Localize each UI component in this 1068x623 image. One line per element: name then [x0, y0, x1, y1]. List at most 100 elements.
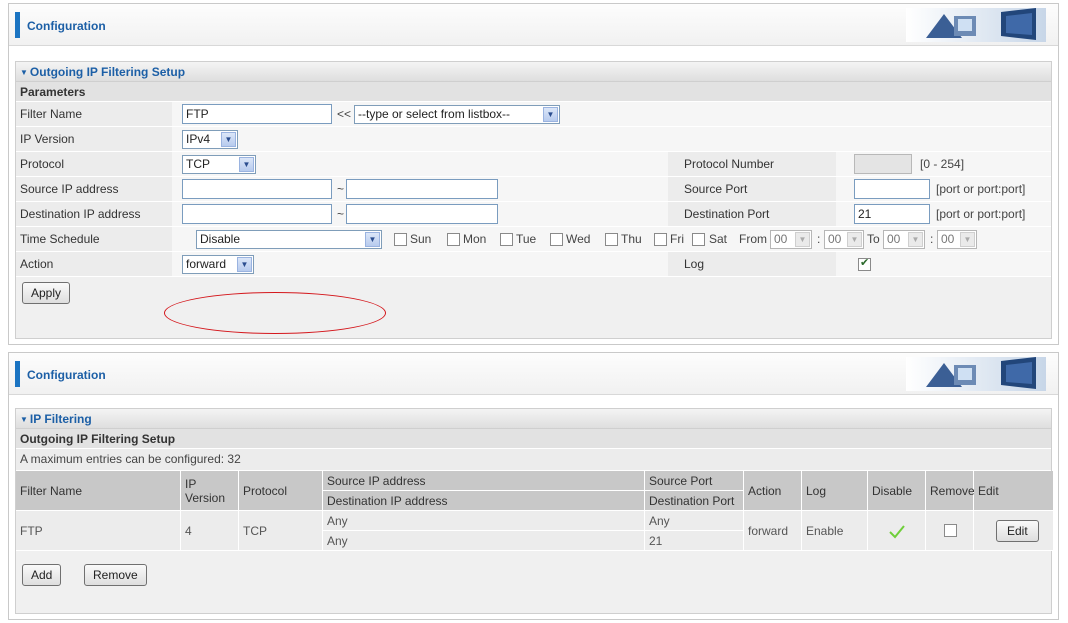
to-min-select[interactable]: 00 ▼: [937, 230, 977, 249]
source-port-input[interactable]: [854, 179, 930, 199]
collapse-triangle-icon[interactable]: ▼: [20, 415, 28, 424]
chevron-down-icon[interactable]: ▼: [237, 257, 252, 272]
config-title: Configuration: [27, 19, 106, 33]
edit-button[interactable]: Edit: [996, 520, 1039, 542]
filter-name-listbox[interactable]: --type or select from listbox-- ▼: [354, 105, 560, 124]
config-header: Configuration: [9, 4, 1058, 46]
chevron-down-icon[interactable]: ▼: [543, 107, 558, 122]
to-min-value: 00: [941, 232, 955, 246]
col-disable: Disable: [868, 471, 926, 511]
col-source-ip: Source IP address: [323, 471, 645, 491]
time-schedule-value-area: Disable ▼ Sun Mon Tue Wed Thu Fri Sat Fr…: [172, 227, 1051, 251]
row-ip-version: IP Version IPv4 ▼: [16, 127, 1051, 152]
chevron-down-icon[interactable]: ▼: [221, 132, 236, 147]
filter-table: Filter Name IP Version Protocol Source I…: [16, 471, 1053, 561]
ip-filtering-panel: Configuration ▼ IP Filtering Outgoing IP …: [8, 352, 1059, 620]
source-ip-to-input[interactable]: [346, 179, 498, 199]
protocol-number-input[interactable]: [854, 154, 912, 174]
network-computers-icon: [906, 8, 1046, 42]
row-action: Action forward ▼ Log: [16, 252, 1051, 277]
protocol-number-value-area: [0 - 254]: [836, 152, 1051, 176]
ip-version-value: IPv4: [186, 132, 211, 146]
destination-ip-from-input[interactable]: [182, 204, 332, 224]
col-action: Action: [744, 471, 802, 511]
filter-name-arrows: <<: [337, 107, 352, 121]
cell-action: forward: [744, 511, 802, 551]
chevron-down-icon[interactable]: ▼: [847, 232, 862, 247]
config-title: Configuration: [27, 368, 106, 382]
filter-name-input[interactable]: [182, 104, 332, 124]
col-remove: Remove: [926, 471, 975, 511]
day-checkbox-wed[interactable]: [550, 233, 563, 246]
cell-source-port: Any: [645, 511, 744, 531]
day-label-sat: Sat: [709, 232, 728, 246]
section-title[interactable]: ▼ IP Filtering: [16, 409, 1051, 429]
ip-version-value-area: IPv4 ▼: [172, 127, 1051, 151]
section-title-text: IP Filtering: [29, 412, 92, 426]
destination-port-value-area: [port or port:port]: [836, 202, 1051, 226]
chevron-down-icon[interactable]: ▼: [960, 232, 975, 247]
day-checkbox-tue[interactable]: [500, 233, 513, 246]
day-label-sun: Sun: [410, 232, 432, 246]
source-ip-label: Source IP address: [20, 182, 119, 196]
destination-port-label: Destination Port: [684, 207, 770, 221]
action-select[interactable]: forward ▼: [182, 255, 254, 274]
ip-version-select[interactable]: IPv4 ▼: [182, 130, 238, 149]
day-checkbox-sat[interactable]: [692, 233, 705, 246]
chevron-down-icon[interactable]: ▼: [795, 232, 810, 247]
protocol-number-label: Protocol Number: [684, 157, 775, 171]
chevron-down-icon[interactable]: ▼: [908, 232, 923, 247]
remove-button[interactable]: Remove: [84, 564, 147, 586]
outgoing-filter-panel: Configuration ▼ Outgoing IP Filtering Set…: [8, 3, 1059, 345]
day-checkbox-sun[interactable]: [394, 233, 407, 246]
add-button[interactable]: Add: [22, 564, 62, 586]
header-accent-bar: [15, 361, 20, 387]
header-accent-bar: [15, 12, 20, 38]
destination-ip-to-input[interactable]: [346, 204, 498, 224]
cell-disable: [868, 511, 926, 551]
cell-destination-port: 21: [645, 531, 744, 551]
day-label-mon: Mon: [463, 232, 487, 246]
chevron-down-icon[interactable]: ▼: [239, 157, 254, 172]
cell-edit: Edit: [974, 511, 1053, 551]
checkmark-icon: [888, 525, 905, 539]
time-schedule-label: Time Schedule: [20, 232, 100, 246]
section-title[interactable]: ▼ Outgoing IP Filtering Setup: [16, 62, 1051, 82]
cell-log: Enable: [802, 511, 868, 551]
to-hour-select[interactable]: 00 ▼: [883, 230, 925, 249]
apply-button[interactable]: Apply: [22, 282, 71, 304]
col-ip-version: IP Version: [181, 471, 239, 511]
row-protocol: Protocol TCP ▼ Protocol Number [0 - 254]: [16, 152, 1051, 177]
cell-protocol: TCP: [239, 511, 323, 551]
to-label: To: [867, 232, 880, 246]
day-checkbox-fri[interactable]: [654, 233, 667, 246]
to-colon: :: [930, 232, 934, 246]
from-label: From: [739, 232, 767, 246]
log-label: Log: [684, 257, 705, 271]
from-min-select[interactable]: 00 ▼: [824, 230, 864, 249]
col-destination-port: Destination Port: [645, 491, 744, 511]
from-min-value: 00: [828, 232, 842, 246]
remove-checkbox[interactable]: [944, 524, 957, 537]
collapse-triangle-icon[interactable]: ▼: [20, 68, 28, 77]
time-schedule-select[interactable]: Disable ▼: [196, 230, 382, 249]
destination-ip-label: Destination IP address: [20, 207, 141, 221]
row-filter-name: Filter Name << --type or select from lis…: [16, 102, 1051, 127]
from-hour-select[interactable]: 00 ▼: [770, 230, 812, 249]
log-checkbox[interactable]: [858, 256, 871, 271]
table-actions: Add Remove: [16, 561, 1051, 593]
destination-port-input[interactable]: [854, 204, 930, 224]
day-checkbox-thu[interactable]: [605, 233, 618, 246]
destination-port-hint: [port or port:port]: [936, 207, 1026, 221]
cell-source-ip: Any: [323, 511, 645, 531]
day-checkbox-mon[interactable]: [447, 233, 460, 246]
chevron-down-icon[interactable]: ▼: [365, 232, 380, 247]
filter-name-listbox-value: --type or select from listbox--: [358, 107, 511, 121]
source-port-label: Source Port: [684, 182, 748, 196]
protocol-select[interactable]: TCP ▼: [182, 155, 256, 174]
source-ip-from-input[interactable]: [182, 179, 332, 199]
col-destination-ip: Destination IP address: [323, 491, 645, 511]
max-entries-row: A maximum entries can be configured: 32: [16, 449, 1051, 471]
col-log: Log: [802, 471, 868, 511]
apply-row: Apply: [16, 277, 1051, 311]
